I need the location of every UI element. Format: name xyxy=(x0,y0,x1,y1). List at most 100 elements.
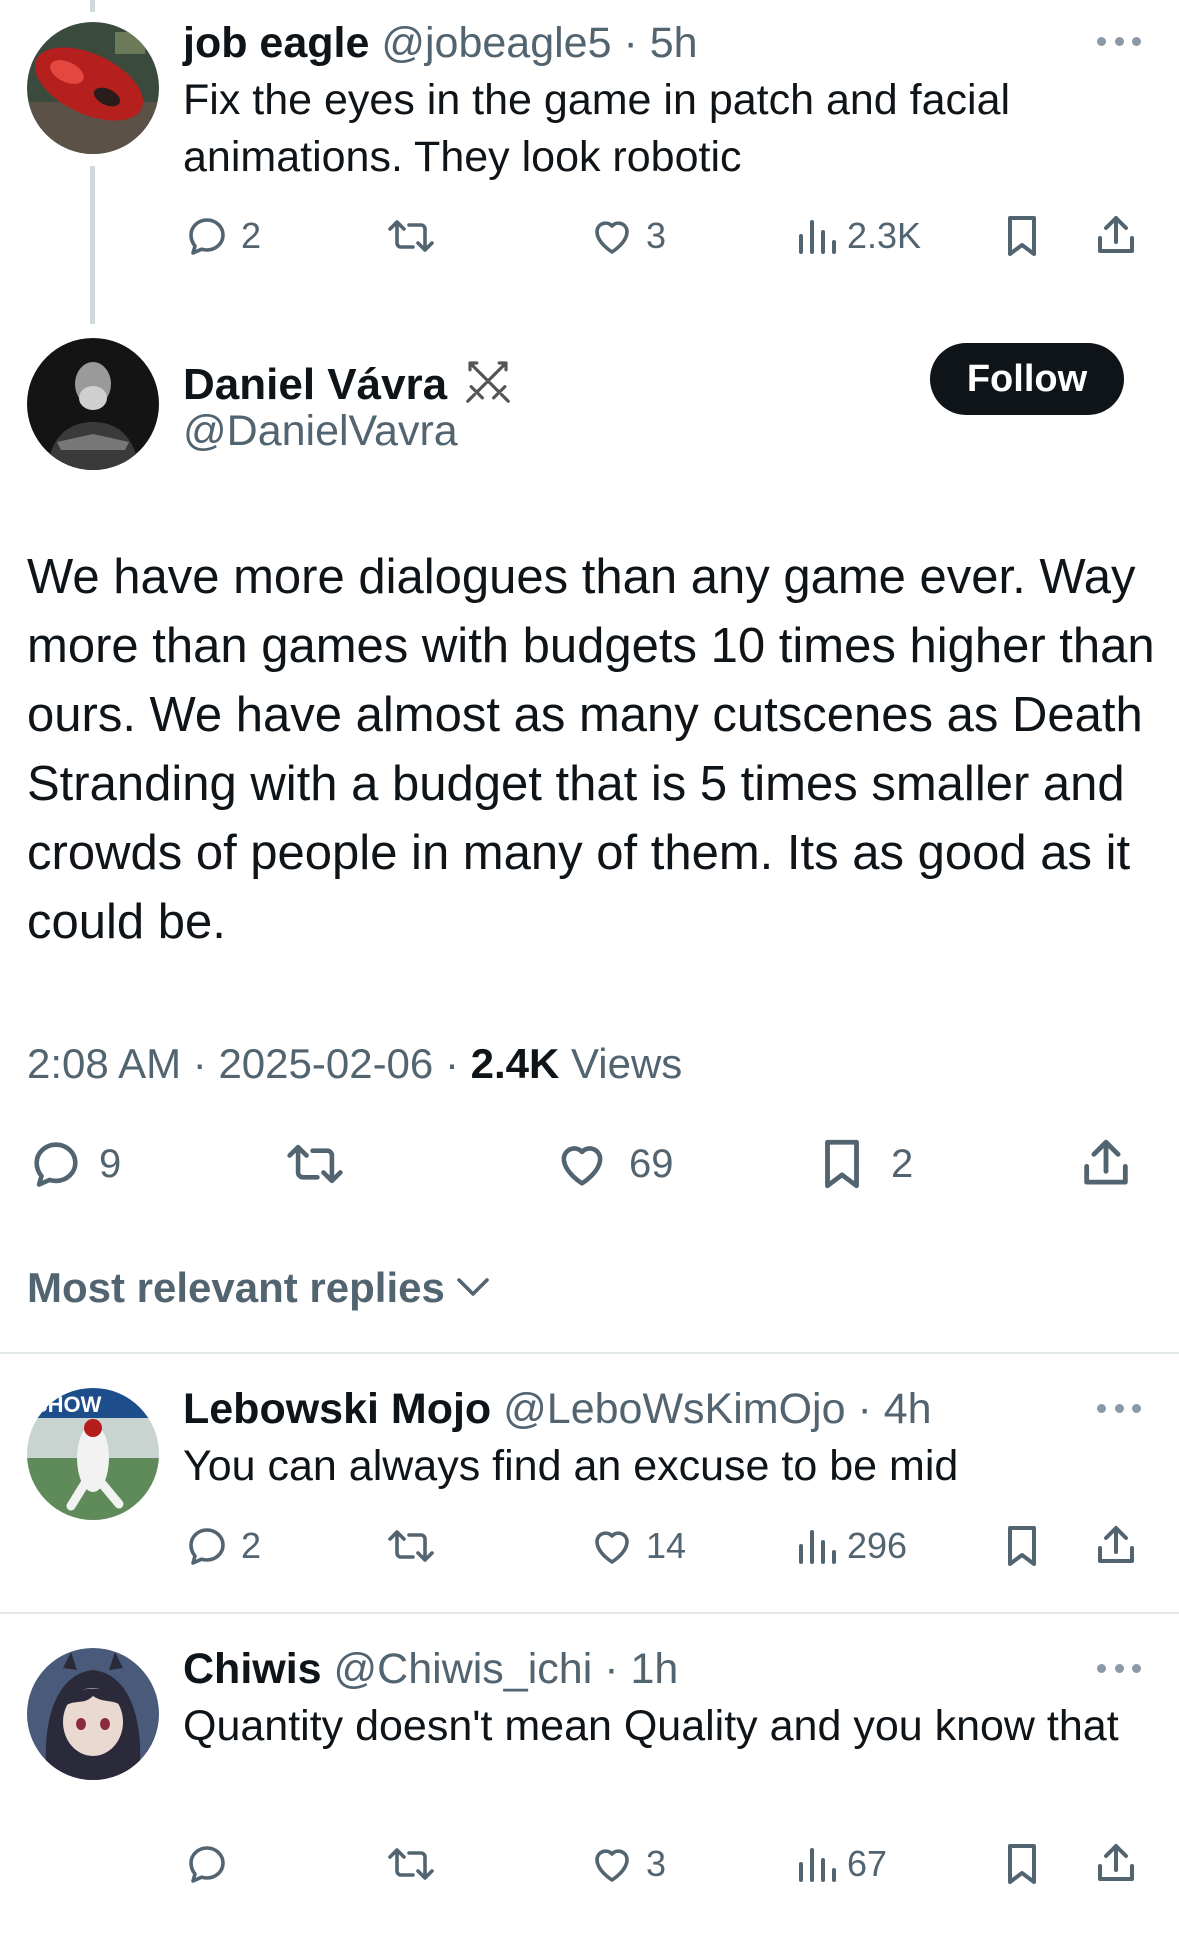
retweet-icon xyxy=(287,1144,343,1184)
like-button[interactable]: 3 xyxy=(588,212,666,260)
chevron-down-icon xyxy=(457,1278,489,1296)
divider xyxy=(0,1352,1179,1354)
retweet-button[interactable] xyxy=(385,1840,437,1888)
share-button[interactable] xyxy=(1093,1840,1139,1888)
thread-line-top xyxy=(90,0,95,12)
author-handle[interactable]: @jobeagle5 xyxy=(381,19,611,67)
views-count: 2.4K xyxy=(470,1040,560,1087)
baseball-photo-icon: SHOW xyxy=(27,1388,159,1520)
author-name[interactable]: Lebowski Mojo xyxy=(183,1385,491,1433)
tweet-meta: 2:08 AM · 2025-02-06 · 2.4K Views xyxy=(27,1040,682,1088)
bookmark-button[interactable] xyxy=(1000,1840,1044,1888)
retweet-icon xyxy=(388,1530,434,1562)
views-count: 67 xyxy=(847,1843,888,1884)
separator: · xyxy=(623,19,638,67)
car-photo-icon xyxy=(27,22,159,154)
retweet-button[interactable] xyxy=(385,1522,437,1570)
tweet-header: Lebowski Mojo @LeboWsKimOjo · 4h xyxy=(183,1388,932,1431)
share-icon xyxy=(1098,1844,1134,1881)
follow-button[interactable]: Follow xyxy=(930,343,1124,415)
analytics-icon xyxy=(799,220,836,254)
like-count: 3 xyxy=(646,1843,667,1884)
tweet-header: job eagle @jobeagle5 · 5h xyxy=(183,22,698,65)
sort-label: Most relevant replies xyxy=(27,1264,445,1311)
tweet-text: Fix the eyes in the game in patch and fa… xyxy=(183,76,1011,181)
reply-icon xyxy=(189,1846,225,1883)
tweet-date[interactable]: 2025-02-06 xyxy=(218,1040,433,1087)
reply-button[interactable]: 9 xyxy=(27,1135,121,1193)
bookmark-button[interactable] xyxy=(1000,1522,1044,1570)
views-button[interactable]: 2.3K xyxy=(795,212,921,260)
views-count: 296 xyxy=(847,1525,908,1566)
share-icon xyxy=(1084,1139,1128,1185)
crossed-swords-icon xyxy=(461,354,515,416)
views-button[interactable]: 67 xyxy=(795,1840,887,1888)
svg-text:SHOW: SHOW xyxy=(33,1392,102,1417)
separator: · xyxy=(857,1385,872,1433)
timestamp[interactable]: 4h xyxy=(884,1385,932,1433)
retweet-icon xyxy=(388,1848,434,1880)
retweet-button[interactable] xyxy=(385,212,437,260)
heart-icon xyxy=(595,1849,629,1882)
tweet-text: Quantity doesn't mean Quality and you kn… xyxy=(183,1702,1119,1750)
separator: · xyxy=(181,1040,219,1087)
reply-count: 2 xyxy=(241,215,262,256)
like-button[interactable]: 3 xyxy=(588,1840,666,1888)
share-button[interactable] xyxy=(1093,212,1139,260)
like-button[interactable]: 14 xyxy=(588,1522,686,1570)
avatar[interactable] xyxy=(27,22,159,154)
like-count: 14 xyxy=(646,1525,687,1566)
bookmark-button[interactable] xyxy=(1000,212,1044,260)
share-icon xyxy=(1098,216,1134,253)
tweet-text: You can always find an excuse to be mid xyxy=(183,1442,959,1490)
bookmark-icon xyxy=(825,1139,859,1189)
share-icon xyxy=(1098,1526,1134,1563)
avatar[interactable] xyxy=(27,1648,159,1780)
bookmark-icon xyxy=(1008,216,1036,256)
views-count: 2.3K xyxy=(847,215,922,256)
retweet-button[interactable] xyxy=(283,1135,347,1193)
analytics-icon xyxy=(799,1848,836,1882)
reply-button[interactable]: 2 xyxy=(183,212,261,260)
analytics-icon xyxy=(799,1530,836,1564)
views-button[interactable]: 296 xyxy=(795,1522,907,1570)
author-name[interactable]: Chiwis xyxy=(183,1645,322,1693)
like-count: 69 xyxy=(629,1141,674,1186)
bookmark-icon xyxy=(1008,1844,1036,1884)
reply-icon xyxy=(189,1528,225,1565)
timestamp[interactable]: 1h xyxy=(630,1645,678,1693)
like-button[interactable]: 69 xyxy=(553,1135,674,1193)
thread-line xyxy=(90,166,95,324)
author-handle[interactable]: @DanielVavra xyxy=(183,410,458,453)
bookmark-button[interactable]: 2 xyxy=(815,1135,913,1193)
views-label: Views xyxy=(559,1040,683,1087)
tweet-header: Chiwis @Chiwis_ichi · 1h xyxy=(183,1648,678,1691)
heart-icon xyxy=(561,1146,603,1186)
timestamp[interactable]: 5h xyxy=(650,19,698,67)
share-button[interactable] xyxy=(1078,1135,1134,1193)
reply-sort-dropdown[interactable]: Most relevant replies xyxy=(27,1264,493,1312)
divider xyxy=(0,1612,1179,1614)
more-options-icon[interactable] xyxy=(1097,35,1141,47)
avatar[interactable]: SHOW xyxy=(27,1388,159,1520)
avatar[interactable] xyxy=(27,338,159,470)
more-options-icon[interactable] xyxy=(1097,1402,1141,1414)
bookmark-count: 2 xyxy=(891,1141,914,1186)
author-handle[interactable]: @Chiwis_ichi xyxy=(334,1645,593,1693)
profile-photo-icon xyxy=(27,338,159,470)
like-count: 3 xyxy=(646,215,667,256)
anime-avatar-icon xyxy=(27,1648,159,1780)
author-name[interactable]: Daniel Vávra xyxy=(183,363,447,407)
reply-count: 2 xyxy=(241,1525,262,1566)
reply-button[interactable] xyxy=(183,1840,241,1888)
share-button[interactable] xyxy=(1093,1522,1139,1570)
tweet-time[interactable]: 2:08 AM xyxy=(27,1040,181,1087)
heart-icon xyxy=(595,1531,629,1564)
reply-button[interactable]: 2 xyxy=(183,1522,261,1570)
reply-icon xyxy=(189,218,225,255)
retweet-icon xyxy=(388,220,434,252)
author-handle[interactable]: @LeboWsKimOjo xyxy=(503,1385,845,1433)
more-options-icon[interactable] xyxy=(1097,1662,1141,1674)
reply-icon xyxy=(34,1142,78,1187)
author-name[interactable]: job eagle xyxy=(183,19,369,67)
